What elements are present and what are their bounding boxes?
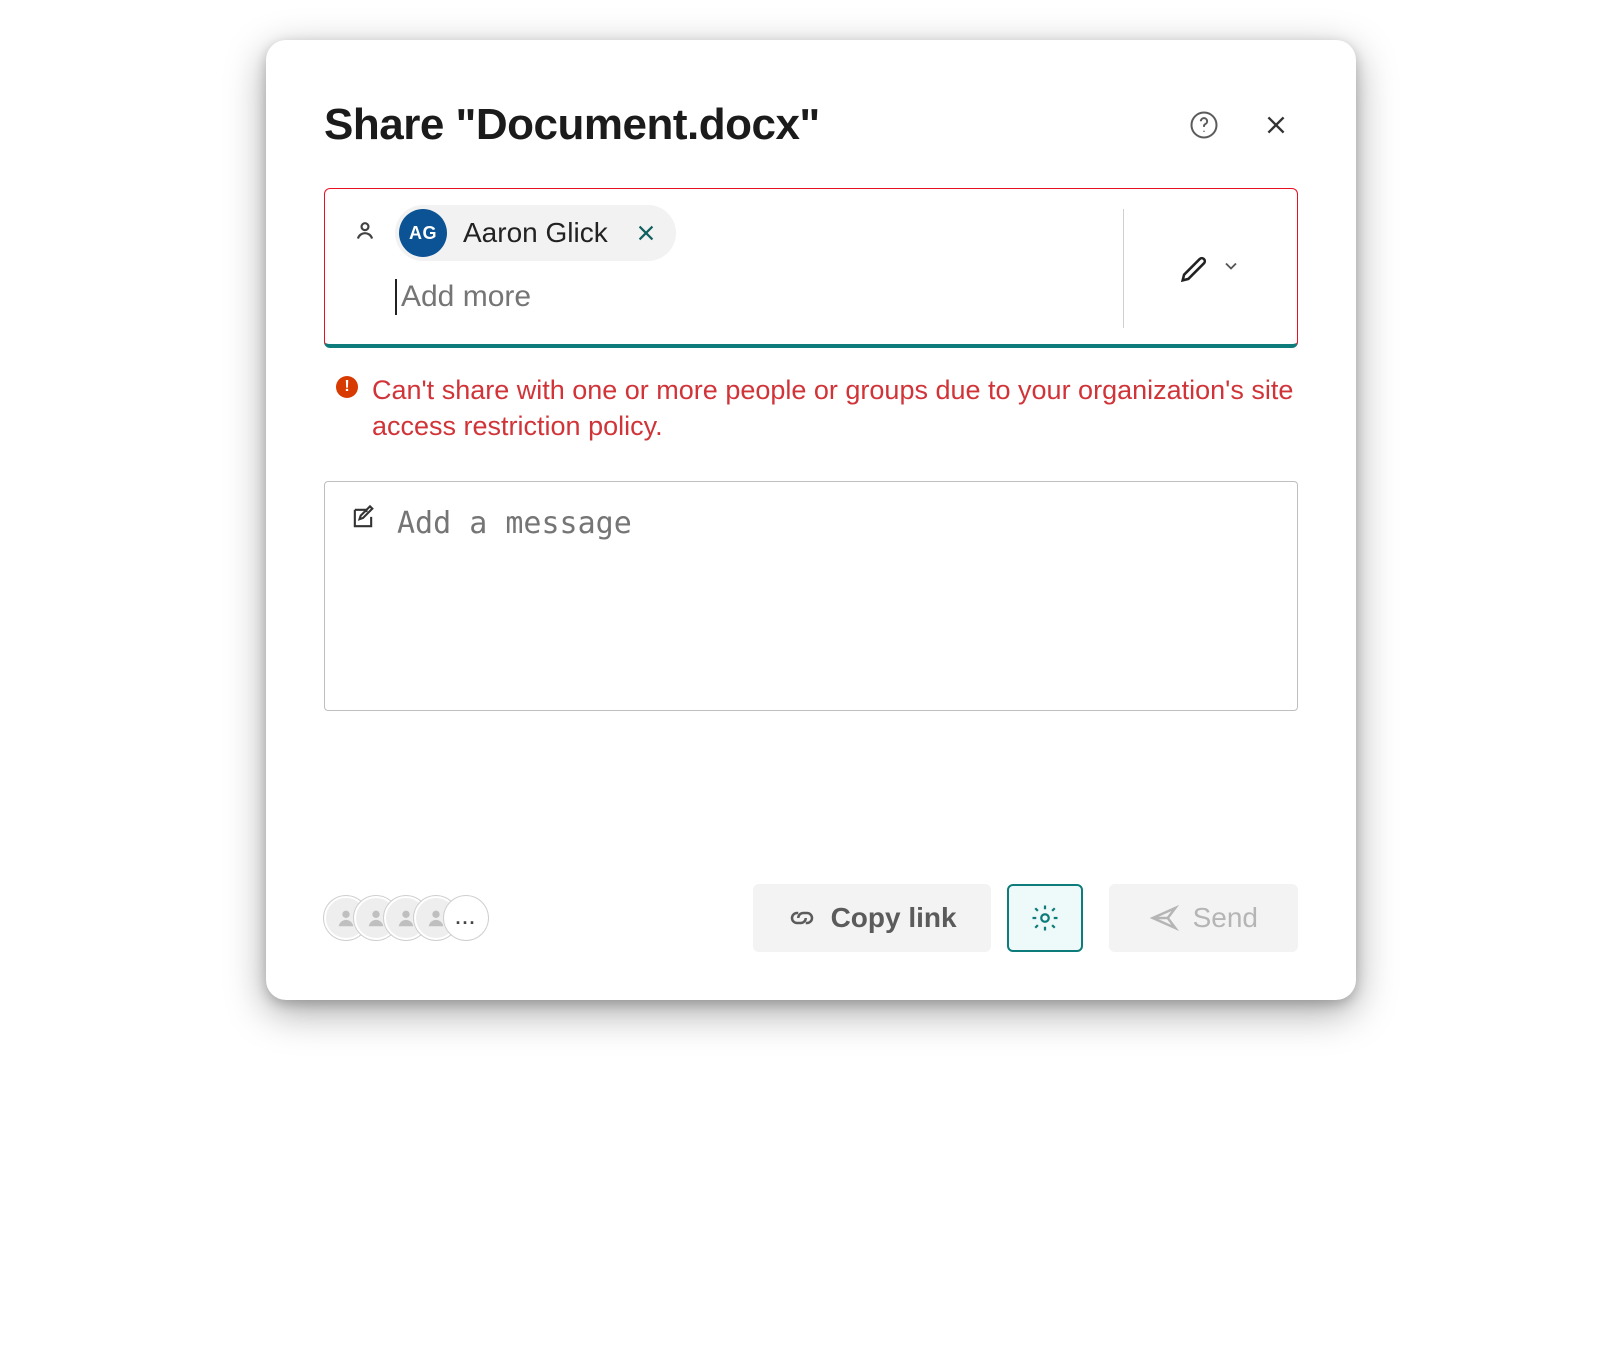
send-label: Send — [1193, 902, 1258, 934]
avatar: AG — [399, 209, 447, 257]
send-icon — [1149, 903, 1179, 933]
add-recipient-input[interactable] — [399, 279, 1123, 315]
error-message: ! Can't share with one or more people or… — [324, 372, 1298, 445]
recipient-chip[interactable]: AG Aaron Glick — [395, 205, 676, 261]
dialog-header: Share "Document.docx" — [324, 100, 1298, 150]
more-avatars-button[interactable]: ... — [444, 896, 488, 940]
shared-with-avatars[interactable]: ... — [324, 896, 488, 940]
close-icon — [1263, 112, 1289, 138]
link-settings-button[interactable] — [1007, 884, 1083, 952]
share-dialog: Share "Document.docx" — [266, 40, 1356, 1000]
recipients-field[interactable]: AG Aaron Glick — [324, 188, 1298, 348]
compose-icon — [349, 504, 377, 688]
recipient-name: Aaron Glick — [463, 217, 608, 249]
dialog-title: Share "Document.docx" — [324, 100, 1182, 150]
send-button[interactable]: Send — [1109, 884, 1298, 952]
chevron-down-icon — [1221, 256, 1241, 281]
copy-link-button[interactable]: Copy link — [753, 884, 991, 952]
permission-selector[interactable] — [1123, 209, 1293, 328]
help-button[interactable] — [1182, 103, 1226, 147]
person-icon — [345, 203, 385, 259]
message-input[interactable] — [395, 504, 1273, 688]
remove-recipient-button[interactable] — [632, 219, 660, 247]
help-icon — [1189, 110, 1219, 140]
message-field[interactable] — [324, 481, 1298, 711]
close-icon — [635, 222, 657, 244]
close-button[interactable] — [1254, 103, 1298, 147]
gear-icon — [1030, 903, 1060, 933]
add-more-row[interactable] — [395, 277, 1123, 317]
text-caret — [395, 279, 397, 315]
dialog-footer: ... Copy link — [324, 884, 1298, 952]
link-icon — [787, 903, 817, 933]
pencil-icon — [1177, 252, 1211, 286]
error-text: Can't share with one or more people or g… — [372, 372, 1298, 445]
copy-link-label: Copy link — [831, 902, 957, 934]
error-icon: ! — [336, 376, 360, 400]
